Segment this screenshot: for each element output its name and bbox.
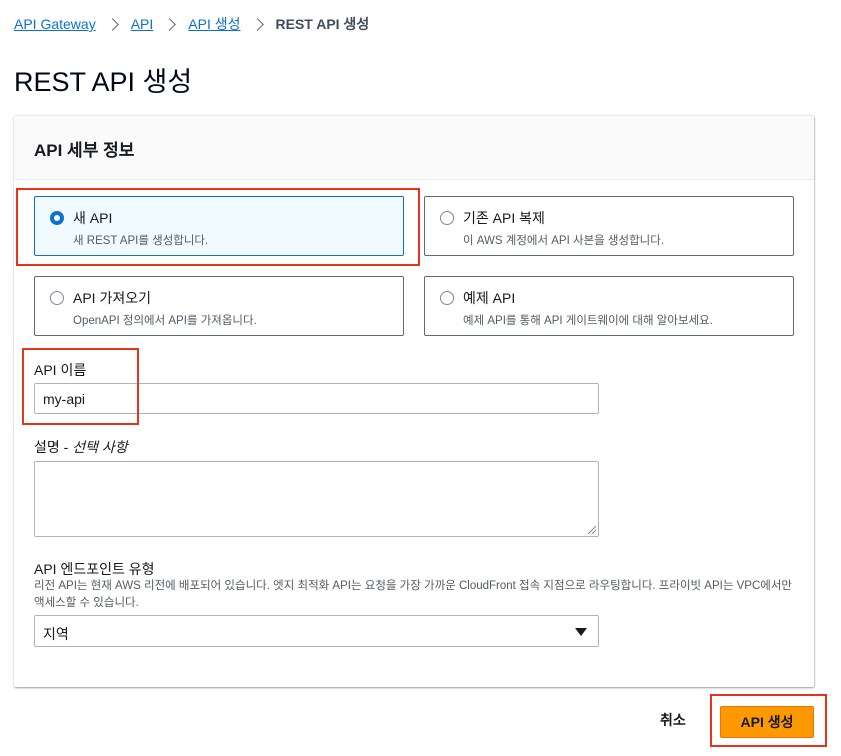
option-description: 예제 API를 통해 API 게이트웨이에 대해 알아보세요. <box>463 315 713 327</box>
chevron-right-icon <box>163 17 177 31</box>
option-description: 이 AWS 계정에서 API 사본을 생성합니다. <box>463 235 665 247</box>
breadcrumb-create-api[interactable]: API 생성 <box>188 14 240 34</box>
breadcrumb-api[interactable]: API <box>131 16 154 32</box>
option-new-api[interactable]: 새 API 새 REST API를 생성합니다. <box>34 196 404 256</box>
option-label: 새 API <box>73 210 113 226</box>
panel-header: API 세부 정보 <box>14 116 814 180</box>
radio-new-api[interactable] <box>50 211 64 225</box>
option-label: API 가져오기 <box>73 290 151 306</box>
api-details-panel: API 세부 정보 새 API 새 REST API를 생성합니다. 기존 AP… <box>14 115 814 687</box>
chevron-right-icon <box>250 17 264 31</box>
option-description: OpenAPI 정의에서 API를 가져옵니다. <box>73 315 257 327</box>
option-import-api[interactable]: API 가져오기 OpenAPI 정의에서 API를 가져옵니다. <box>34 276 404 336</box>
radio-clone-api[interactable] <box>440 211 454 225</box>
description-label-text: 설명 - <box>34 439 73 455</box>
create-api-button[interactable]: API 생성 <box>720 706 814 738</box>
endpoint-type-description: 리전 API는 현재 AWS 리전에 배포되어 있습니다. 엣지 최적화 API… <box>34 580 793 609</box>
radio-example-api[interactable] <box>440 291 454 305</box>
resize-handle[interactable] <box>588 526 596 534</box>
api-name-label: API 이름 <box>34 362 87 378</box>
endpoint-type-label: API 엔드포인트 유형 <box>34 561 155 577</box>
endpoint-type-value: 지역 <box>43 626 69 642</box>
option-label: 예제 API <box>463 290 516 306</box>
chevron-right-icon <box>105 17 119 31</box>
page-title: REST API 생성 <box>14 67 193 97</box>
description-textarea[interactable] <box>34 461 599 537</box>
description-label: 설명 - 선택 사항 <box>34 437 128 457</box>
option-label: 기존 API 복제 <box>463 210 545 226</box>
panel-title: API 세부 정보 <box>34 141 135 160</box>
optional-text: 선택 사항 <box>72 439 128 455</box>
radio-import-api[interactable] <box>50 291 64 305</box>
option-description: 새 REST API를 생성합니다. <box>73 235 209 247</box>
breadcrumb-api-gateway[interactable]: API Gateway <box>14 16 96 32</box>
cancel-button[interactable]: 취소 <box>660 710 686 730</box>
caret-down-icon <box>575 628 587 636</box>
option-clone-api[interactable]: 기존 API 복제 이 AWS 계정에서 API 사본을 생성합니다. <box>424 196 794 256</box>
option-example-api[interactable]: 예제 API 예제 API를 통해 API 게이트웨이에 대해 알아보세요. <box>424 276 794 336</box>
breadcrumb: API Gateway API API 생성 REST API 생성 <box>14 14 369 34</box>
api-name-input[interactable] <box>34 383 599 414</box>
breadcrumb-current: REST API 생성 <box>275 16 370 32</box>
endpoint-type-select[interactable]: 지역 <box>34 615 599 647</box>
